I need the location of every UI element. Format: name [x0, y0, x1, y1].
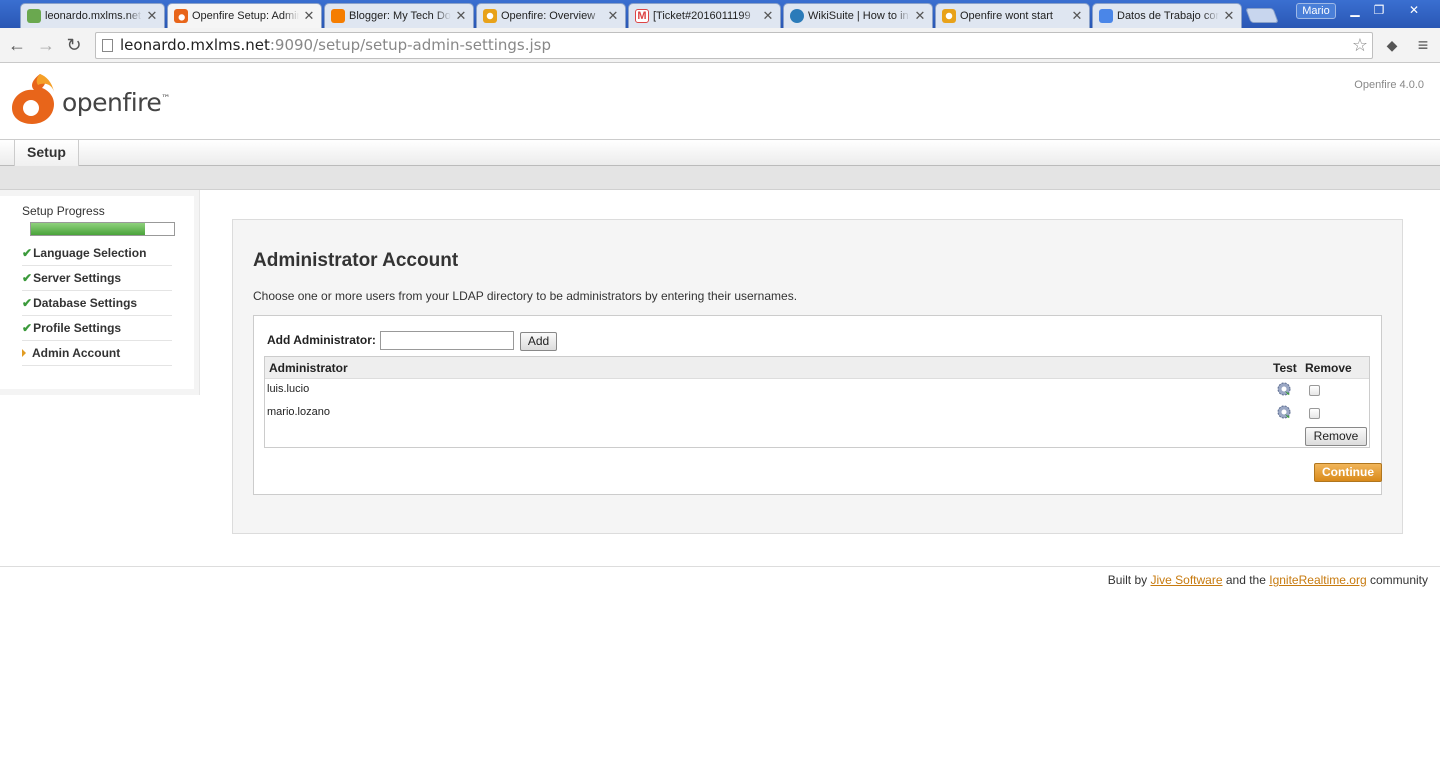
igniterealtime-link[interactable]: IgniteRealtime.org [1269, 573, 1366, 587]
close-tab-icon[interactable]: ✕ [455, 8, 467, 24]
test-gear-icon[interactable] [1277, 405, 1291, 419]
profile-button[interactable]: Mario [1296, 3, 1336, 19]
close-tab-icon[interactable]: ✕ [762, 8, 774, 24]
browser-tab[interactable]: Datos de Trabajo cor ✕ [1092, 3, 1242, 28]
table-header: Administrator Test Remove [265, 357, 1369, 379]
close-tab-icon[interactable]: ✕ [1071, 8, 1083, 24]
openfire-favicon-icon [174, 9, 188, 23]
sidebar-item-admin-account: Admin Account [22, 341, 172, 366]
browser-tab[interactable]: leonardo.mxlms.net ✕ [20, 3, 165, 28]
browser-tab[interactable]: Blogger: My Tech Do ✕ [324, 3, 474, 28]
reload-icon[interactable]: ↻ [63, 34, 85, 56]
restore-icon[interactable]: ❐ [1368, 2, 1390, 20]
close-tab-icon[interactable]: ✕ [303, 8, 315, 24]
browser-toolbar: ← → ↻ leonardo.mxlms.net:9090/setup/setu… [0, 28, 1440, 63]
page-footer: Built by Jive Software and the IgniteRea… [0, 566, 1440, 596]
admin-table: Administrator Test Remove luis.lucio mar… [264, 356, 1370, 448]
browser-tab[interactable]: M [Ticket#2016011199 ✕ [628, 3, 781, 28]
main-content: Administrator Account Choose one or more… [232, 219, 1403, 534]
sidebar-item-database: ✔Database Settings [22, 291, 172, 316]
address-bar[interactable]: leonardo.mxlms.net:9090/setup/setup-admi… [95, 32, 1373, 59]
setup-progress-title: Setup Progress [22, 204, 105, 218]
browser-tab-strip: leonardo.mxlms.net ✕ Openfire Setup: Adm… [0, 0, 1440, 28]
window-close-icon[interactable]: ✕ [1392, 2, 1436, 20]
check-icon: ✔ [22, 321, 33, 335]
add-admin-label: Add Administrator: [267, 333, 376, 347]
jive-software-link[interactable]: Jive Software [1150, 573, 1222, 587]
current-step-arrow-icon [22, 349, 26, 357]
extension-icon[interactable]: ◆ [1381, 34, 1403, 56]
bookmark-star-icon[interactable]: ☆ [1352, 33, 1368, 58]
setup-progress-bar [30, 222, 175, 236]
test-gear-icon[interactable] [1277, 382, 1291, 396]
page-description: Choose one or more users from your LDAP … [253, 289, 798, 303]
page-header: openfire™ Openfire 4.0.0 [0, 64, 1440, 140]
browser-tab[interactable]: Openfire wont start ✕ [935, 3, 1090, 28]
check-icon: ✔ [22, 246, 33, 260]
close-tab-icon[interactable]: ✕ [914, 8, 926, 24]
remove-button[interactable]: Remove [1305, 427, 1367, 446]
main-nav: Setup [0, 140, 1440, 166]
admin-form: Add Administrator: Add Administrator Tes… [253, 315, 1382, 495]
check-icon: ✔ [22, 296, 33, 310]
version-label: Openfire 4.0.0 [1354, 79, 1424, 91]
docs-favicon-icon [1099, 9, 1113, 23]
add-admin-input[interactable] [380, 331, 514, 350]
progress-fill [31, 223, 146, 235]
sidebar-item-language: ✔Language Selection [22, 241, 172, 266]
browser-tab-active[interactable]: Openfire Setup: Admin ✕ [167, 3, 322, 28]
admin-username: luis.lucio [267, 383, 310, 395]
gmail-favicon-icon: M [635, 9, 649, 23]
openfire-favicon-icon [483, 9, 497, 23]
remove-checkbox[interactable] [1309, 385, 1320, 396]
openfire-favicon-icon [942, 9, 956, 23]
menu-icon[interactable]: ≡ [1412, 34, 1434, 56]
admin-username: mario.lozano [267, 406, 330, 418]
wikisuite-favicon-icon [790, 9, 804, 23]
site-favicon-icon [27, 9, 41, 23]
column-header-remove: Remove [1305, 361, 1352, 375]
sidebar-item-profile: ✔Profile Settings [22, 316, 172, 341]
forward-icon[interactable]: → [35, 34, 57, 56]
add-button[interactable]: Add [520, 332, 557, 351]
check-icon: ✔ [22, 271, 33, 285]
close-tab-icon[interactable]: ✕ [146, 8, 158, 24]
setup-progress-sidebar: Setup Progress ✔Language Selection ✔Serv… [0, 190, 200, 395]
continue-button[interactable]: Continue [1314, 463, 1382, 482]
back-icon[interactable]: ← [6, 34, 28, 56]
sidebar-item-server: ✔Server Settings [22, 266, 172, 291]
page: openfire™ Openfire 4.0.0 Setup Setup Pro… [0, 64, 1440, 758]
close-tab-icon[interactable]: ✕ [1223, 8, 1235, 24]
page-icon [102, 39, 113, 52]
openfire-logo-icon [12, 74, 54, 124]
minimize-icon[interactable]: ▁ [1344, 2, 1366, 20]
browser-tab[interactable]: Openfire: Overview ✕ [476, 3, 626, 28]
remove-checkbox[interactable] [1309, 408, 1320, 419]
column-header-test: Test [1273, 361, 1297, 375]
tab-setup[interactable]: Setup [14, 140, 79, 166]
page-title: Administrator Account [253, 250, 459, 271]
table-row: mario.lozano [265, 402, 1369, 425]
footer-text: Built by Jive Software and the IgniteRea… [1107, 573, 1428, 587]
column-header-administrator: Administrator [269, 361, 348, 375]
blogger-favicon-icon [331, 9, 345, 23]
sub-nav-bar [0, 166, 1440, 190]
new-tab-button[interactable] [1245, 8, 1279, 23]
table-row: luis.lucio [265, 379, 1369, 402]
close-tab-icon[interactable]: ✕ [607, 8, 619, 24]
logo-wordmark: openfire™ [62, 88, 170, 117]
browser-tab[interactable]: WikiSuite | How to ins ✕ [783, 3, 933, 28]
